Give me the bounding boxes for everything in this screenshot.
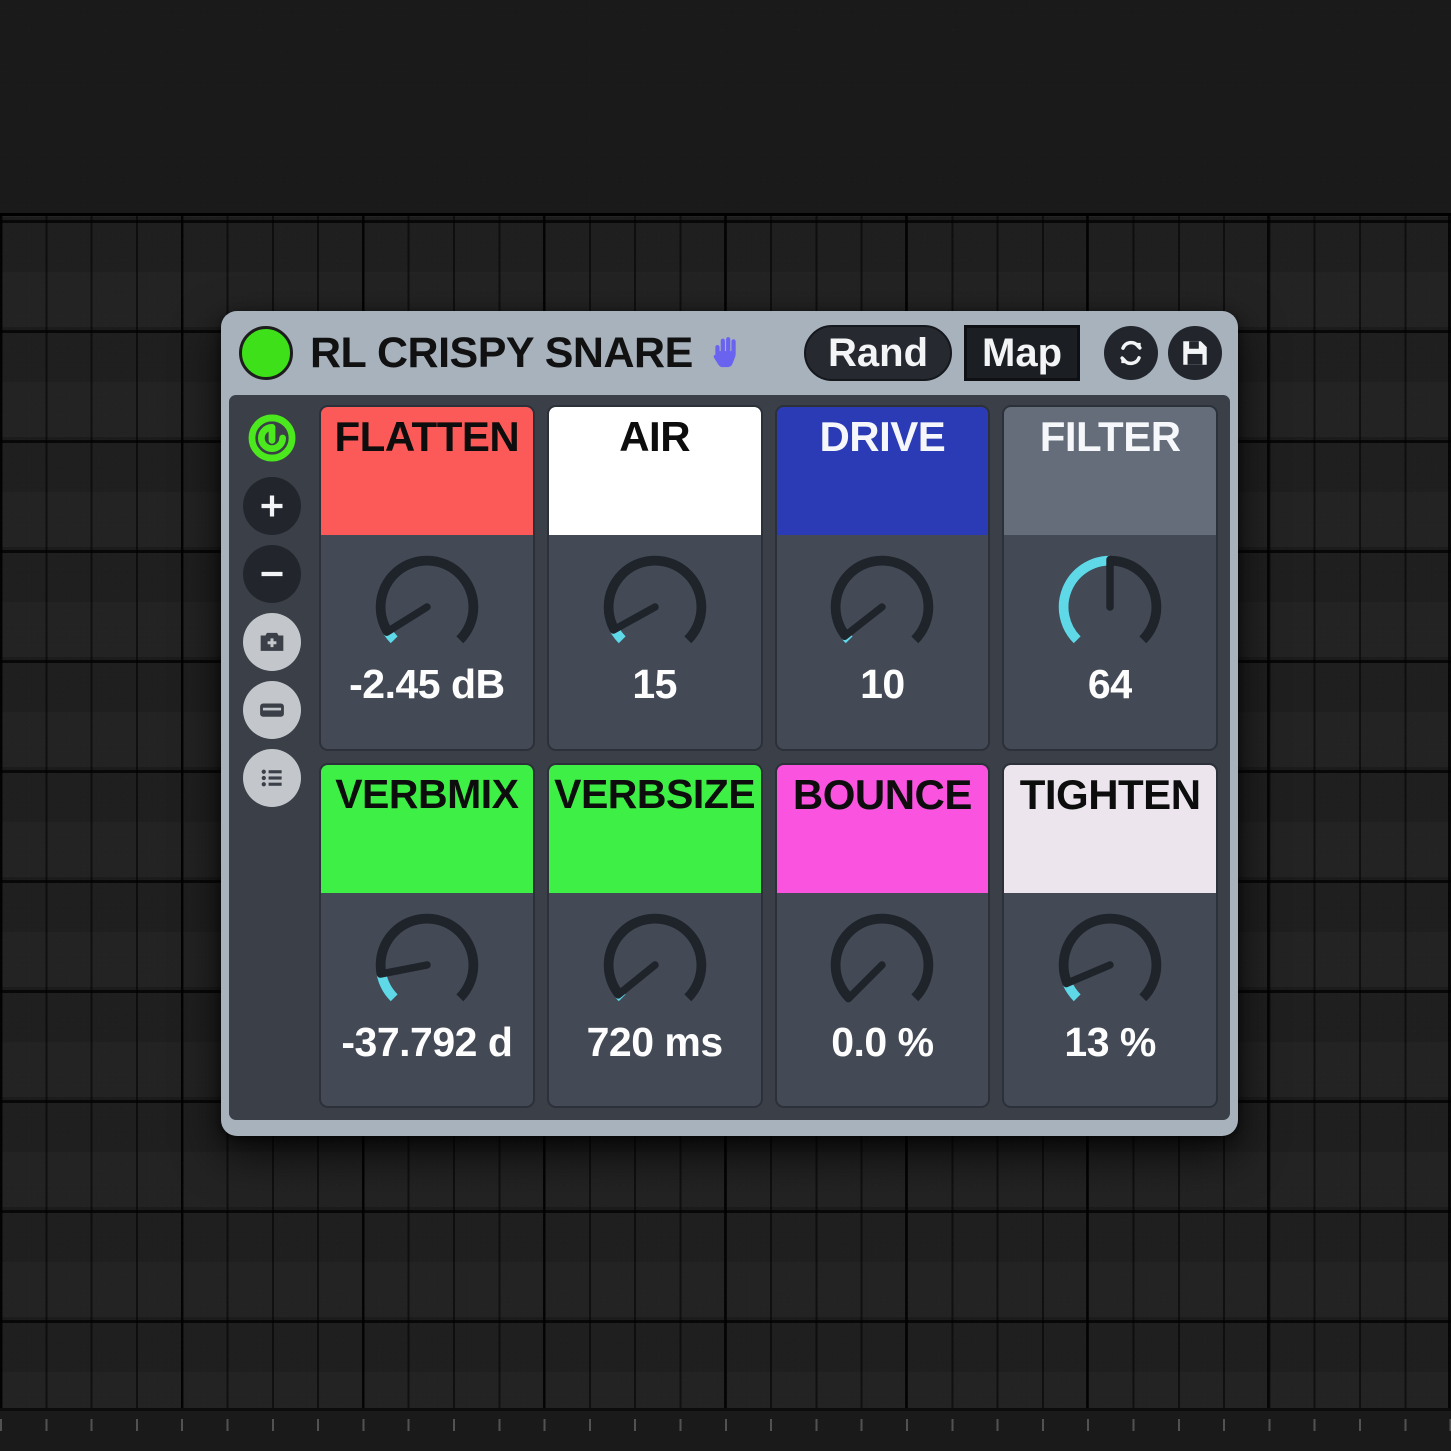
parameter-knob[interactable]: [1052, 907, 1168, 1023]
knob-track: [375, 913, 479, 1001]
device-titlebar: RL CRISPY SNARE Rand Map: [221, 311, 1238, 395]
parameter-value[interactable]: -37.792 d: [341, 1019, 512, 1066]
parameter-card: FLATTEN -2.45 dB: [319, 405, 535, 751]
daw-ruler[interactable]: [0, 1408, 1451, 1451]
knob-pointer: [609, 603, 659, 634]
parameter-label-line: AIR: [619, 413, 691, 460]
parameter-card: VERB SIZE 720 ms: [546, 762, 763, 1108]
parameter-label[interactable]: DRIVE: [776, 407, 989, 535]
knob-track: [831, 913, 934, 1001]
parameter-value[interactable]: -2.45 dB: [349, 661, 505, 708]
parameter-label[interactable]: VERB MIX: [321, 764, 533, 893]
device-sidebar: [229, 395, 315, 1120]
knob-pointer: [845, 960, 887, 1002]
parameter-card: VERB MIX -37.792 d: [319, 762, 535, 1108]
sidebar-item-add[interactable]: [243, 477, 301, 535]
parameter-label-line: DRIVE: [819, 413, 946, 460]
parameter-knob[interactable]: [597, 549, 713, 665]
sidebar-item-list[interactable]: [243, 749, 301, 807]
parameter-value[interactable]: 0.0 %: [831, 1019, 933, 1066]
device-power-led[interactable]: [239, 326, 293, 380]
parameter-knob[interactable]: [369, 907, 485, 1023]
plus-icon: [261, 495, 283, 517]
parameter-label[interactable]: TIGHTEN: [1004, 764, 1216, 893]
parameter-card-body: 64: [1004, 535, 1216, 749]
parameter-label[interactable]: BOUNCE: [776, 764, 989, 893]
parameter-knob[interactable]: [369, 549, 485, 665]
parameter-card: FILTER 64: [1002, 405, 1218, 751]
screenshot-root: RL CRISPY SNARE Rand Map FLATTEN -2.45 d…: [0, 0, 1451, 1451]
logo-icon: [248, 414, 296, 462]
parameter-label-line: TIGHTEN: [1019, 770, 1201, 818]
knob-pointer: [841, 603, 887, 640]
audio-device-panel: RL CRISPY SNARE Rand Map FLATTEN -2.45 d…: [221, 311, 1238, 1136]
parameter-label-line: FILTER: [1039, 413, 1181, 460]
parameter-label-line: SIZE: [666, 770, 756, 817]
knob-pointer: [382, 603, 431, 636]
parameter-label[interactable]: VERB SIZE: [548, 764, 761, 893]
knob-pointer: [613, 960, 659, 999]
parameter-grid: FLATTEN -2.45 dB AIR 15 DRIVE 10 FILTER 64 VERB M…: [315, 395, 1230, 1120]
card-icon: [260, 703, 284, 717]
parameter-label-line: VERB: [335, 770, 448, 817]
sidebar-item-remove[interactable]: [243, 545, 301, 603]
parameter-card-body: -37.792 d: [321, 893, 533, 1107]
parameter-card: BOUNCE 0.0 %: [774, 762, 991, 1108]
hand-icon: [705, 330, 751, 376]
refresh-button[interactable]: [1104, 326, 1158, 380]
knob-pointer: [1062, 960, 1114, 987]
parameter-card-body: -2.45 dB: [321, 535, 533, 749]
minus-icon: [261, 571, 283, 577]
snapshot-add-icon: [260, 632, 284, 651]
parameter-value[interactable]: 15: [632, 661, 677, 708]
parameter-label[interactable]: FLATTEN: [321, 407, 533, 535]
parameter-card-body: 0.0 %: [777, 893, 989, 1107]
parameter-card-body: 720 ms: [549, 893, 761, 1107]
parameter-label-line: MIX: [447, 770, 519, 817]
list-icon: [261, 769, 282, 787]
parameter-card-body: 13 %: [1004, 893, 1216, 1107]
parameter-value[interactable]: 13 %: [1064, 1019, 1155, 1066]
parameter-card: DRIVE 10: [774, 405, 991, 751]
parameter-card-body: 15: [549, 535, 761, 749]
sidebar-item-logo[interactable]: [243, 409, 301, 467]
refresh-icon: [1120, 340, 1142, 366]
device-body: FLATTEN -2.45 dB AIR 15 DRIVE 10 FILTER 64 VERB M…: [229, 395, 1230, 1120]
daw-ruler-ticks: [0, 1411, 1451, 1451]
knob-track: [1058, 913, 1162, 1001]
device-title: RL CRISPY SNARE: [310, 328, 693, 377]
knob-track: [603, 913, 706, 1001]
map-button[interactable]: Map: [964, 325, 1080, 381]
sidebar-item-snapshot-add[interactable]: [243, 613, 301, 671]
parameter-label-line: BOUNCE: [792, 770, 973, 818]
parameter-knob[interactable]: [1052, 549, 1168, 665]
parameter-card: AIR 15: [546, 405, 763, 751]
parameter-knob[interactable]: [824, 907, 940, 1023]
knob-fill-arc: [376, 972, 398, 1001]
knob-pointer: [376, 960, 431, 978]
save-button[interactable]: [1168, 326, 1222, 380]
parameter-value[interactable]: 720 ms: [587, 1019, 723, 1066]
parameter-label-line: FLATTEN: [334, 413, 520, 460]
parameter-card-body: 10: [777, 535, 989, 749]
parameter-card: TIGHTEN 13 %: [1002, 762, 1218, 1108]
sidebar-item-card[interactable]: [243, 681, 301, 739]
parameter-value[interactable]: 10: [860, 661, 905, 708]
parameter-label-line: VERB: [554, 770, 667, 817]
rand-button[interactable]: Rand: [804, 325, 952, 381]
parameter-knob[interactable]: [597, 907, 713, 1023]
parameter-value[interactable]: 64: [1088, 661, 1133, 708]
parameter-knob[interactable]: [824, 549, 940, 665]
parameter-label[interactable]: FILTER: [1004, 407, 1216, 535]
parameter-label[interactable]: AIR: [548, 407, 761, 535]
knob-fill-arc: [1058, 555, 1111, 644]
save-icon: [1183, 341, 1207, 365]
